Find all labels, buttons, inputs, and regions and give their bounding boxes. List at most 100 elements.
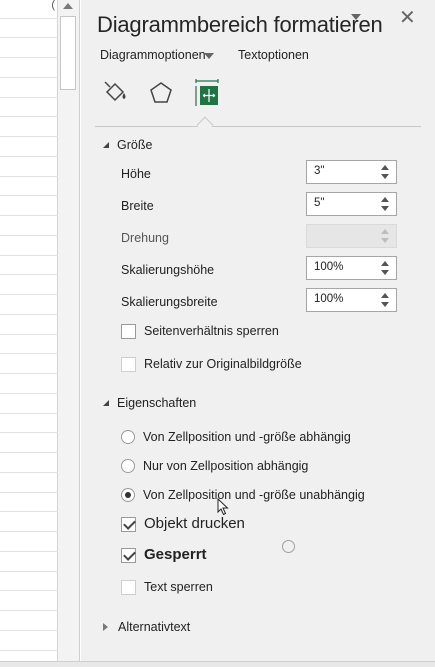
grid-row-line — [0, 610, 58, 611]
grid-row-line — [0, 176, 58, 177]
height-spinner[interactable]: 3" — [306, 160, 397, 184]
grid-row-line — [0, 294, 58, 295]
fill-line-icon[interactable] — [101, 78, 129, 108]
collapse-triangle-icon — [103, 142, 109, 148]
section-alt-text-toggle[interactable]: Alternativtext — [103, 620, 190, 634]
grid-row-line — [0, 511, 58, 512]
checkbox-box[interactable] — [121, 517, 136, 532]
grid-row-line — [0, 413, 58, 414]
move-and-size-label: Von Zellposition und -größe abhängig — [143, 430, 351, 444]
grid-row-line — [0, 57, 58, 58]
size-properties-icon[interactable] — [193, 78, 221, 108]
scale-width-label: Skalierungsbreite — [121, 295, 218, 309]
grid-row-line — [0, 255, 58, 256]
scale-width-value[interactable]: 100% — [314, 293, 343, 305]
radio-button[interactable] — [121, 459, 135, 473]
width-value[interactable]: 5" — [314, 197, 324, 209]
spin-down-icon[interactable] — [381, 302, 389, 307]
tab-chart-options[interactable]: Diagrammoptionen — [100, 48, 206, 62]
pane-title: Diagrammbereich formatieren — [97, 12, 383, 37]
section-size-heading: Größe — [117, 138, 153, 152]
grid-row-line — [0, 215, 58, 216]
spin-up-icon[interactable] — [381, 261, 389, 266]
grid-row-line — [0, 136, 58, 137]
grid-row-line — [0, 195, 58, 196]
checkbox-box[interactable] — [121, 324, 136, 339]
grid-row-line — [0, 373, 58, 374]
grid-row-line — [0, 452, 58, 453]
height-label: Höhe — [121, 167, 151, 181]
grid-row-line — [0, 334, 58, 335]
spin-down-icon[interactable] — [381, 270, 389, 275]
grid-row-line — [0, 551, 58, 552]
effects-pentagon-icon[interactable] — [147, 78, 175, 108]
rotation-spinner — [306, 224, 397, 248]
section-size-toggle[interactable]: Größe — [103, 138, 152, 152]
lock-text-label: Text sperren — [144, 580, 213, 594]
grid-row-line — [0, 37, 58, 38]
scale-width-spinner[interactable]: 100% — [306, 288, 397, 312]
scroll-up-arrow-icon[interactable] — [63, 3, 73, 9]
grid-row-line — [0, 353, 58, 354]
grid-row-line — [0, 97, 58, 98]
expand-triangle-icon — [103, 623, 108, 631]
grid-row-line — [0, 274, 58, 275]
grid-row-line — [0, 156, 58, 157]
grid-row-line — [0, 393, 58, 394]
vertical-scrollbar[interactable] — [58, 0, 80, 667]
grid-row-line — [0, 590, 58, 591]
move-only-label: Nur von Zellposition abhängig — [143, 459, 309, 473]
width-label: Breite — [121, 199, 154, 213]
format-chart-area-pane: Diagrammbereich formatieren ✕ Diagrammop… — [81, 0, 435, 667]
radio-button[interactable] — [121, 430, 135, 444]
radio-button[interactable] — [121, 488, 135, 502]
spin-down-icon[interactable] — [381, 206, 389, 211]
section-properties-heading: Eigenschaften — [117, 396, 197, 410]
height-value[interactable]: 3" — [314, 165, 324, 177]
grid-row-line — [0, 18, 58, 19]
scale-height-label: Skalierungshöhe — [121, 263, 215, 277]
spin-up-icon[interactable] — [381, 293, 389, 298]
grid-row-line — [0, 314, 58, 315]
spin-down-icon — [381, 238, 389, 243]
close-icon[interactable]: ✕ — [399, 8, 416, 28]
scrollbar-thumb[interactable] — [60, 16, 76, 90]
grid-row-line — [0, 492, 58, 493]
spin-up-icon — [381, 229, 389, 234]
collapse-triangle-icon — [103, 400, 109, 406]
pane-options-dropdown-icon[interactable] — [351, 14, 361, 20]
status-bar-edge — [0, 661, 435, 667]
lock-aspect-ratio-label: Seitenverhältnis sperren — [144, 324, 279, 338]
print-object-label: Objekt drucken — [144, 515, 245, 532]
checkbox-box[interactable] — [121, 357, 136, 372]
grid-row-line — [0, 531, 58, 532]
dont-move-or-size-label: Von Zellposition und -größe unabhängig — [143, 488, 365, 502]
info-icon — [282, 540, 295, 553]
section-properties-toggle[interactable]: Eigenschaften — [103, 396, 196, 410]
checkbox-box[interactable] — [121, 580, 136, 595]
grid-row-line — [0, 472, 58, 473]
scale-height-spinner[interactable]: 100% — [306, 256, 397, 280]
spin-up-icon[interactable] — [381, 165, 389, 170]
grid-row-line — [0, 650, 58, 651]
rotation-label: Drehung — [121, 231, 169, 245]
spin-up-icon[interactable] — [381, 197, 389, 202]
section-divider — [95, 126, 421, 127]
scale-height-value[interactable]: 100% — [314, 261, 343, 273]
grid-row-line — [0, 235, 58, 236]
grid-row-line — [0, 571, 58, 572]
width-spinner[interactable]: 5" — [306, 192, 397, 216]
active-tab-indicator — [196, 116, 214, 134]
grid-row-line — [0, 630, 58, 631]
spin-down-icon[interactable] — [381, 174, 389, 179]
tab-text-options[interactable]: Textoptionen — [238, 48, 309, 62]
column-header-fragment: ( — [51, 0, 55, 11]
section-alt-text-heading: Alternativtext — [118, 620, 191, 634]
chevron-down-icon[interactable] — [204, 53, 214, 59]
grid-row-line — [0, 432, 58, 433]
checkbox-box[interactable] — [121, 548, 136, 563]
worksheet-grid[interactable]: ( — [0, 0, 58, 667]
relative-original-size-label: Relativ zur Originalbildgröße — [144, 357, 302, 371]
grid-row-line — [0, 116, 58, 117]
locked-label: Gesperrt — [144, 546, 207, 563]
